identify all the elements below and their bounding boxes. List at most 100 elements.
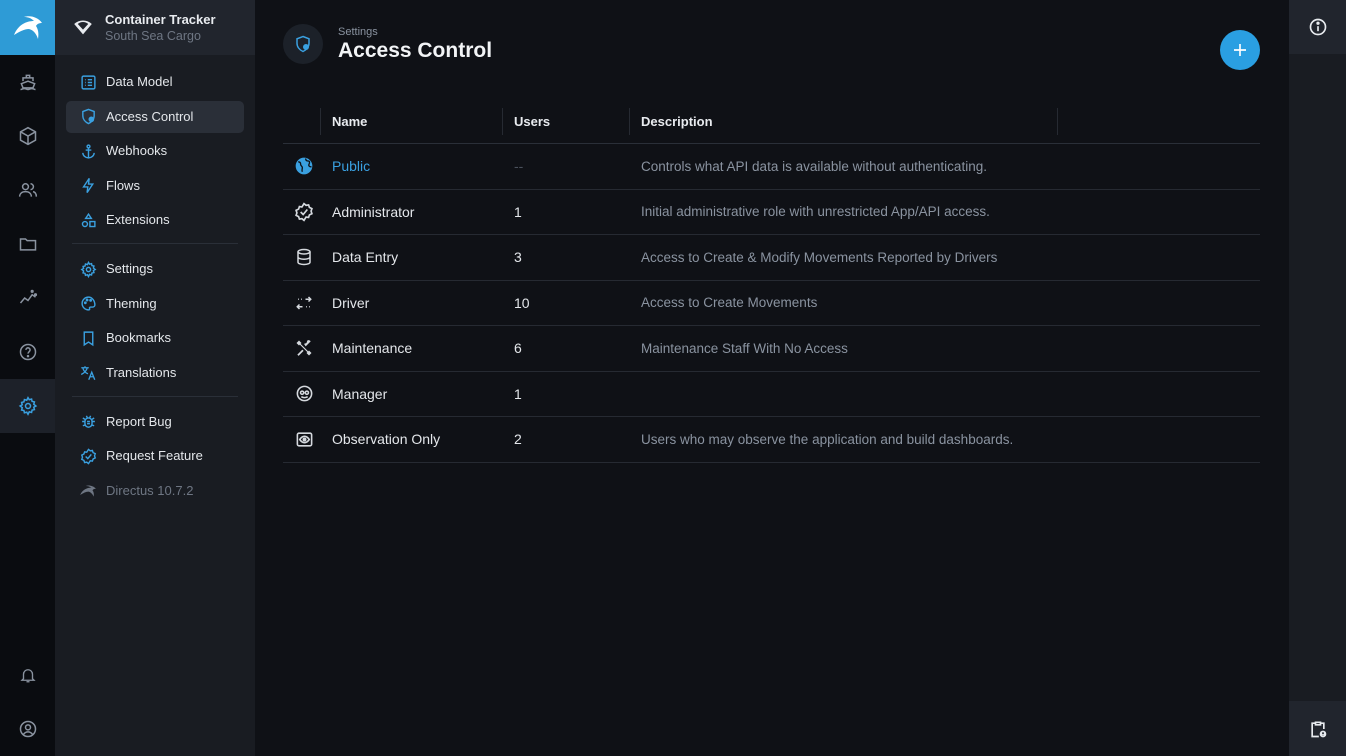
module-cube[interactable] [0,109,55,163]
nav-item-flows[interactable]: Flows [66,170,244,202]
account-icon [19,720,36,738]
nav-item-label: Theming [106,295,157,311]
nav-item-label: Access Control [106,108,194,124]
shapes-icon [79,211,97,229]
palette-icon [79,295,97,313]
project-info[interactable]: Container Tracker South Sea Cargo [55,0,255,55]
info-button[interactable] [1289,0,1346,54]
role-name: Observation Only [332,431,441,448]
nav-item-access-control[interactable]: Access Control [66,100,244,133]
bug-icon [79,413,97,431]
role-name: Driver [332,294,370,311]
nav-item-data-model[interactable]: Data Model [66,66,244,98]
navigation-panel: Container Tracker South Sea Cargo Data M… [55,0,255,756]
directus-logo[interactable] [0,0,55,55]
database-icon [293,246,315,268]
project-name: Container Tracker [105,11,216,27]
user-menu-button[interactable] [0,702,55,756]
table-row[interactable]: Public -- Controls what API data is avai… [283,144,1260,190]
notifications-button[interactable] [0,648,55,702]
shield-icon [283,24,323,64]
roles-table: Name Users Description Public -- Control… [283,100,1260,463]
nav-item-bookmarks[interactable]: Bookmarks [66,322,244,354]
rabbit-icon [79,482,97,500]
right-sidebar [1289,0,1346,756]
table-row[interactable]: Maintenance 6 Maintenance Staff With No … [283,326,1260,372]
version-label: Directus 10.7.2 [106,482,194,498]
nav-item-report-bug[interactable]: Report Bug [66,406,244,438]
nav-divider [72,243,238,244]
info-icon [1309,18,1326,36]
verified-icon [293,201,315,223]
column-header-users[interactable]: Users [514,114,550,129]
role-users: 1 [514,385,522,402]
module-content[interactable] [0,55,55,109]
role-users: 1 [514,203,522,220]
tools-icon [293,337,315,359]
settings-nav-list: Data Model Access Control Webhooks Flows… [55,55,255,507]
table-row[interactable]: Administrator 1 Initial administrative r… [283,190,1260,235]
nav-item-settings[interactable]: Settings [66,253,244,285]
nav-item-label: Flows [106,177,140,193]
translate-icon [79,364,97,382]
module-files[interactable] [0,217,55,271]
column-header-description[interactable]: Description [641,114,713,129]
bookmark-icon [79,329,97,347]
nav-item-webhooks[interactable]: Webhooks [66,135,244,167]
module-insights[interactable] [0,271,55,325]
nav-item-label: Settings [106,261,153,276]
table-row[interactable]: Manager 1 [283,372,1260,417]
role-description: Initial administrative role with unrestr… [641,204,990,220]
role-description: Maintenance Staff With No Access [641,340,848,356]
eye-icon [293,428,315,450]
anchor-icon [79,142,97,160]
page-title: Access Control [338,38,493,62]
column-header-name[interactable]: Name [332,114,367,129]
gear-icon [18,396,37,416]
users-icon [18,183,37,197]
table-row[interactable]: Data Entry 3 Access to Create & Modify M… [283,235,1260,281]
nav-item-label: Extensions [106,212,170,227]
ship-icon [19,74,36,91]
face-icon [293,383,315,405]
nav-item-label: Report Bug [106,413,172,429]
nav-item-label: Data Model [106,74,173,89]
role-name: Administrator [332,203,415,220]
nav-item-label: Request Feature [106,448,203,463]
plus-icon [1234,44,1246,56]
rabbit-logo-icon [13,15,42,39]
swap-icon [293,292,315,314]
role-name: Manager [332,385,388,402]
role-users: 3 [514,249,522,266]
folder-icon [19,238,36,251]
role-name: Data Entry [332,249,399,266]
nav-item-request-feature[interactable]: Request Feature [66,440,244,472]
breadcrumb[interactable]: Settings [338,26,492,39]
module-docs[interactable] [0,325,55,379]
nav-item-label: Bookmarks [106,330,172,345]
module-users[interactable] [0,163,55,217]
bell-icon [19,669,36,683]
table-header: Name Users Description [283,100,1260,144]
clipboard-button[interactable] [1289,701,1346,756]
nav-item-label: Translations [106,364,177,380]
table-row[interactable]: Observation Only 2 Users who may observe… [283,417,1260,463]
gear-icon [79,260,97,278]
project-org: South Sea Cargo [105,28,201,43]
nav-item-version[interactable]: Directus 10.7.2 [66,475,244,507]
clipboard-alert-icon [1310,721,1326,737]
role-description: Users who may observe the application an… [641,431,1014,447]
add-role-button[interactable] [1220,30,1260,70]
role-description: Access to Create Movements [641,295,818,311]
wifi-icon [73,19,93,36]
role-users: 6 [514,340,522,357]
nav-item-theming[interactable]: Theming [66,288,244,320]
help-icon [19,343,36,361]
table-row[interactable]: Driver 10 Access to Create Movements [283,281,1260,326]
module-settings[interactable] [0,379,55,433]
nav-item-extensions[interactable]: Extensions [66,204,244,236]
role-users: -- [514,158,524,175]
nav-item-translations[interactable]: Translations [66,357,244,389]
main-content: Settings Access Control Name Users Descr… [255,0,1289,756]
role-description: Access to Create & Modify Movements Repo… [641,249,998,265]
